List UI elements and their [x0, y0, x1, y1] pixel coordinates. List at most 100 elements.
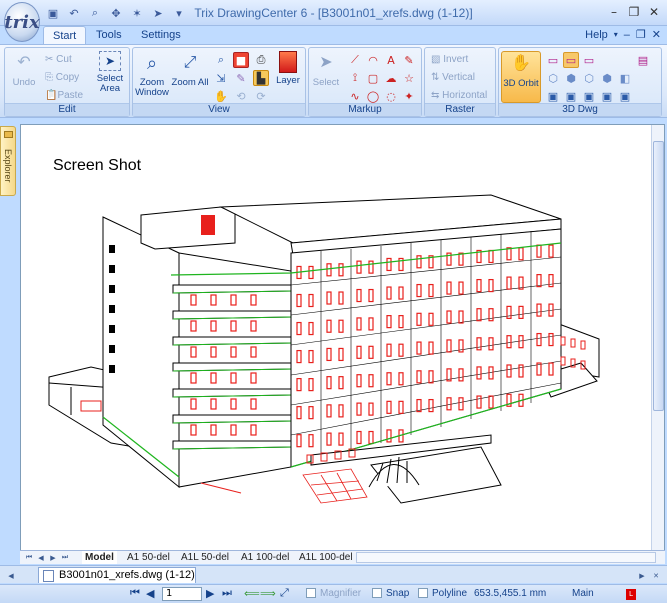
vertical-scroll-thumb[interactable] — [653, 141, 664, 411]
polyline-toggle[interactable]: Polyline — [418, 588, 467, 599]
restore-icon[interactable]: ❐ — [625, 3, 643, 21]
back-view-icon[interactable]: ⟸ — [244, 587, 260, 600]
magnifier-checkbox[interactable] — [306, 588, 316, 599]
cloud-tool-icon[interactable]: ☁ — [383, 70, 399, 86]
invert-button[interactable]: ▧ Invert — [431, 54, 468, 66]
ellipse-tool-icon[interactable]: ◯ — [365, 88, 381, 104]
rect-tool-icon[interactable]: ▢ — [365, 70, 381, 86]
document-tab[interactable]: B3001n01_xrefs.dwg (1-12) — [38, 567, 196, 583]
magnifier-toggle[interactable]: Magnifier — [306, 588, 361, 599]
explorer-tab[interactable]: Explorer — [0, 126, 16, 196]
select-area-button[interactable]: ➤ Select Area — [93, 51, 127, 94]
vertical-scrollbar[interactable] — [651, 125, 664, 551]
star-tool-icon[interactable]: ☆ — [401, 70, 417, 86]
pan-hand-icon[interactable]: ✋ — [213, 88, 229, 104]
polyline-checkbox[interactable] — [418, 588, 428, 599]
text-tool-icon[interactable]: A — [383, 52, 399, 68]
pencil-icon[interactable]: ✎ — [233, 70, 249, 86]
sheet-tab-a1-100[interactable]: A1 100-del — [238, 551, 292, 564]
app-logo[interactable]: trix — [4, 2, 40, 42]
doc-restore-icon[interactable]: ❐ — [636, 28, 646, 41]
view-front-icon[interactable]: ▭ — [563, 52, 579, 68]
ribbon-options-icon[interactable]: ▾ — [614, 30, 618, 39]
cut-button[interactable]: ✂ Cut — [45, 54, 72, 66]
doc-minimize-icon[interactable]: – — [624, 29, 630, 41]
sheet-tab-a1l-50[interactable]: A1L 50-del — [178, 551, 232, 564]
page-selector[interactable]: 1 — [162, 587, 202, 601]
horizontal-label: Horizontal — [442, 90, 488, 101]
paste-button[interactable]: 📋Paste — [45, 90, 83, 102]
layer-props-icon[interactable]: ▙ — [253, 70, 269, 86]
doc-close-tab-icon[interactable]: ✕ — [651, 570, 661, 581]
first-page-icon[interactable]: ⏮ — [130, 587, 140, 600]
highlight-tool-icon[interactable]: ✦ — [401, 88, 417, 104]
current-layer[interactable]: Main — [572, 588, 594, 599]
arc-tool-icon[interactable]: ◠ — [365, 52, 381, 68]
zoom-all-button[interactable]: ⤢ Zoom All — [171, 51, 209, 88]
copy-button[interactable]: ⎘ Copy — [45, 72, 79, 84]
snap-toggle[interactable]: Snap — [372, 588, 409, 599]
horizontal-button[interactable]: ⇆ Horizontal — [431, 90, 487, 102]
sheet-tab-a1l-100[interactable]: A1L 100-del — [296, 551, 356, 564]
prev-sheet-icon[interactable]: ◀ — [36, 552, 46, 563]
iso-sw-icon[interactable]: ⬡ — [545, 70, 561, 86]
layer-label: Layer — [276, 75, 300, 86]
tab-tools[interactable]: Tools — [87, 26, 131, 44]
iso-ne-icon[interactable]: ⬡ — [581, 70, 597, 86]
vertical-button[interactable]: ⇅ Vertical — [431, 72, 475, 84]
dwg-file-icon — [43, 570, 54, 582]
print-icon[interactable]: ⎙ — [253, 52, 269, 68]
undo-button[interactable]: ↶ Undo — [9, 51, 39, 88]
prev-page-icon[interactable]: ◀ — [146, 587, 154, 600]
3d-orbit-button[interactable]: ✋ 3D Orbit — [501, 51, 541, 103]
zoom-extents-icon[interactable]: ⇲ — [213, 70, 229, 86]
view-group-label: View — [133, 103, 305, 116]
next-sheet-icon[interactable]: ▶ — [48, 552, 58, 563]
last-sheet-icon[interactable]: ⏭ — [60, 552, 70, 563]
view-back-icon[interactable]: ▭ — [581, 52, 597, 68]
drawing-canvas[interactable]: Screen Shot — [20, 124, 665, 552]
cube-left-icon[interactable]: ▣ — [545, 88, 561, 104]
view-top-icon[interactable]: ▭ — [545, 52, 561, 68]
iso-nw-icon[interactable]: ⬢ — [599, 70, 615, 86]
help-menu[interactable]: Help — [585, 29, 608, 41]
markup-select-button[interactable]: ➤ Select — [311, 51, 341, 88]
sheet-tab-a1-50[interactable]: A1 50-del — [124, 551, 173, 564]
horizontal-scrollbar[interactable] — [356, 552, 656, 563]
snap-checkbox[interactable] — [372, 588, 382, 599]
first-sheet-icon[interactable]: ⏮ — [24, 552, 34, 563]
layer-button[interactable]: Layer — [273, 51, 303, 86]
cube-right-icon[interactable]: ▣ — [563, 88, 579, 104]
line-tool-icon[interactable]: ⟋ — [347, 52, 363, 68]
edit-group-label: Edit — [5, 103, 129, 116]
rotate-icon[interactable]: ⟲ — [233, 88, 249, 104]
shade-icon[interactable]: ◧ — [617, 70, 633, 86]
window-3d-icon[interactable]: ▤ — [635, 52, 651, 68]
cube-top-icon[interactable]: ▣ — [599, 88, 615, 104]
doc-scroll-left-icon[interactable]: ◀ — [6, 570, 16, 581]
iso-se-icon[interactable]: ⬢ — [563, 70, 579, 86]
next-page-icon[interactable]: ▶ — [206, 587, 214, 600]
close-icon[interactable]: ✕ — [645, 3, 663, 21]
polyline-tool-icon[interactable]: ⟟ — [347, 70, 363, 86]
tab-settings[interactable]: Settings — [132, 26, 190, 44]
zoom-in-icon[interactable]: ⌕ — [213, 52, 229, 68]
forward-view-icon[interactable]: ⟹ — [260, 587, 276, 600]
color-toggle-icon[interactable]: ■ — [233, 52, 249, 68]
stamp-tool-icon[interactable]: ✎ — [401, 52, 417, 68]
redraw-icon[interactable]: ⟳ — [253, 88, 269, 104]
fit-view-icon[interactable]: ⤢ — [280, 587, 289, 600]
flip-vertical-icon: ⇅ — [431, 72, 443, 83]
last-page-icon[interactable]: ⏭ — [222, 587, 232, 600]
curve-tool-icon[interactable]: ∿ — [347, 88, 363, 104]
bubble-tool-icon[interactable]: ◌ — [383, 88, 399, 104]
cube-iso-icon[interactable]: ▣ — [617, 88, 633, 104]
doc-close-icon[interactable]: ✕ — [652, 28, 661, 41]
minimize-icon[interactable]: – — [605, 3, 623, 21]
zoom-window-icon: ⌕ — [146, 53, 158, 73]
zoom-window-button[interactable]: ⌕ Zoom Window — [135, 51, 169, 98]
cube-bottom-icon[interactable]: ▣ — [581, 88, 597, 104]
doc-scroll-right-icon[interactable]: ▶ — [637, 570, 647, 581]
tab-start[interactable]: Start — [43, 26, 87, 44]
sheet-tab-model[interactable]: Model — [82, 551, 117, 564]
